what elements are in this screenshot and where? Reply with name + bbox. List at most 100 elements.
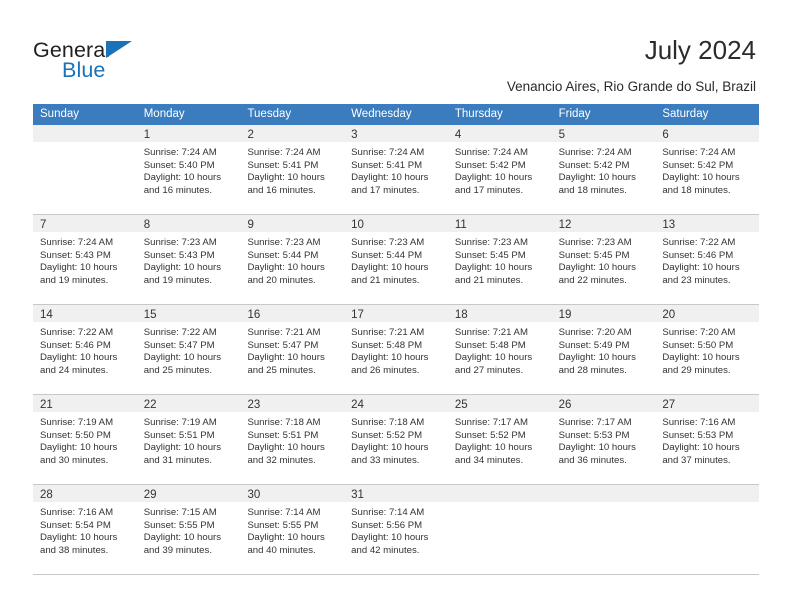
day-number: 25	[454, 399, 468, 411]
calendar-day-cell[interactable]: 28 Sunrise: 7:16 AM Sunset: 5:54 PM Dayligh…	[33, 485, 137, 574]
calendar-day-cell[interactable]: 10 Sunrise: 7:23 AM Sunset: 5:44 PM Dayligh…	[344, 215, 448, 304]
daylight-text-line2: and 36 minutes.	[558, 454, 627, 466]
daylight-text-line1: Daylight: 10 hours	[351, 352, 429, 364]
daylight-text-line2: and 25 minutes.	[143, 364, 212, 376]
calendar-day-cell[interactable]: 3 Sunrise: 7:24 AM Sunset: 5:41 PM Daylight…	[344, 125, 448, 214]
calendar-day-cell[interactable]: 20 Sunrise: 7:20 AM Sunset: 5:50 PM Dayligh…	[655, 305, 760, 394]
sunset-text: Sunset: 5:41 PM	[351, 159, 423, 171]
daylight-text-line2: and 18 minutes.	[558, 184, 627, 196]
weekday-header-sunday: Sunday	[40, 108, 80, 120]
sunset-text: Sunset: 5:54 PM	[40, 519, 111, 531]
sunset-text: Sunset: 5:45 PM	[454, 249, 526, 261]
daylight-text-line2: and 21 minutes.	[454, 274, 524, 286]
sunset-text: Sunset: 5:42 PM	[662, 159, 734, 171]
day-number: 3	[351, 129, 358, 141]
day-number: 22	[143, 399, 157, 411]
day-number-band: 20	[655, 305, 760, 322]
day-number-band	[655, 485, 760, 502]
general-blue-logo[interactable]: General Blue	[33, 38, 163, 84]
daylight-text-line2: and 24 minutes.	[40, 364, 109, 376]
calendar-day-cell[interactable]: 16 Sunrise: 7:21 AM Sunset: 5:47 PM Dayligh…	[240, 305, 345, 394]
day-number: 4	[454, 129, 462, 141]
calendar-day-cell[interactable]: 11 Sunrise: 7:23 AM Sunset: 5:45 PM Dayligh…	[447, 215, 552, 304]
calendar-day-cell[interactable]: 12 Sunrise: 7:23 AM Sunset: 5:45 PM Dayligh…	[551, 215, 656, 304]
sunrise-text: Sunrise: 7:23 AM	[143, 237, 217, 248]
day-number: 10	[351, 219, 364, 231]
day-number: 28	[40, 489, 53, 501]
day-number-band: 14	[33, 305, 137, 322]
daylight-text-line1: Daylight: 10 hours	[662, 442, 740, 454]
day-number: 14	[40, 309, 53, 321]
calendar-day-cell[interactable]: 23 Sunrise: 7:18 AM Sunset: 5:51 PM Dayligh…	[240, 395, 345, 484]
calendar-day-cell[interactable]: 8 Sunrise: 7:23 AM Sunset: 5:43 PM Daylight…	[136, 215, 241, 304]
calendar-body: 1 Sunrise: 7:24 AM Sunset: 5:40 PM Daylight…	[33, 125, 760, 575]
calendar-day-cell[interactable]: 4 Sunrise: 7:24 AM Sunset: 5:42 PM Daylight…	[447, 125, 552, 214]
calendar-day-cell[interactable]: 29 Sunrise: 7:15 AM Sunset: 5:55 PM Dayligh…	[136, 485, 241, 574]
calendar-day-cell[interactable]: 17 Sunrise: 7:21 AM Sunset: 5:48 PM Dayligh…	[344, 305, 448, 394]
sunrise-text: Sunrise: 7:23 AM	[351, 237, 425, 248]
day-number: 15	[143, 309, 157, 321]
day-sun-info: Sunrise: 7:21 AM Sunset: 5:47 PM Daylight:…	[240, 322, 344, 377]
daylight-text-line2: and 30 minutes.	[40, 454, 109, 466]
sunset-text: Sunset: 5:53 PM	[662, 429, 734, 441]
day-number-band: 5	[551, 125, 656, 142]
daylight-text-line2: and 37 minutes.	[662, 454, 731, 466]
day-number: 11	[454, 219, 467, 231]
calendar-day-cell[interactable]: 19 Sunrise: 7:20 AM Sunset: 5:49 PM Dayligh…	[551, 305, 656, 394]
day-number: 2	[247, 129, 254, 141]
day-number-band: 10	[344, 215, 448, 232]
sunrise-text: Sunrise: 7:16 AM	[40, 507, 114, 518]
daylight-text-line2: and 27 minutes.	[454, 364, 524, 376]
day-number-band: 24	[344, 395, 448, 412]
day-number: 20	[662, 309, 676, 321]
sunrise-text: Sunrise: 7:24 AM	[143, 147, 217, 158]
calendar-page: General Blue July 2024 Venancio Aires, R…	[0, 0, 792, 612]
daylight-text-line2: and 16 minutes.	[247, 184, 316, 196]
sunset-text: Sunset: 5:47 PM	[143, 339, 215, 351]
day-sun-info: Sunrise: 7:24 AM Sunset: 5:43 PM Daylight:…	[33, 232, 137, 287]
calendar-day-cell[interactable]: 31 Sunrise: 7:14 AM Sunset: 5:56 PM Dayligh…	[344, 485, 448, 574]
calendar-day-cell[interactable]: 13 Sunrise: 7:22 AM Sunset: 5:46 PM Dayligh…	[655, 215, 760, 304]
calendar-day-cell[interactable]: 2 Sunrise: 7:24 AM Sunset: 5:41 PM Daylight…	[240, 125, 345, 214]
day-number-band	[551, 485, 656, 502]
sunset-text: Sunset: 5:51 PM	[247, 429, 319, 441]
day-sun-info: Sunrise: 7:23 AM Sunset: 5:45 PM Daylight:…	[448, 232, 552, 287]
calendar-day-cell[interactable]: 21 Sunrise: 7:19 AM Sunset: 5:50 PM Dayligh…	[33, 395, 137, 484]
calendar-day-cell[interactable]: 14 Sunrise: 7:22 AM Sunset: 5:46 PM Dayligh…	[33, 305, 137, 394]
day-number: 5	[558, 129, 565, 141]
calendar-day-cell[interactable]: 22 Sunrise: 7:19 AM Sunset: 5:51 PM Dayligh…	[136, 395, 241, 484]
day-number: 12	[558, 219, 572, 231]
calendar-day-cell[interactable]: 1 Sunrise: 7:24 AM Sunset: 5:40 PM Daylight…	[136, 125, 241, 214]
calendar-day-cell[interactable]: 9 Sunrise: 7:23 AM Sunset: 5:44 PM Daylight…	[240, 215, 345, 304]
day-sun-info: Sunrise: 7:22 AM Sunset: 5:46 PM Daylight:…	[33, 322, 137, 377]
calendar-day-cell[interactable]: 26 Sunrise: 7:17 AM Sunset: 5:53 PM Dayligh…	[551, 395, 656, 484]
calendar-day-cell[interactable]: 18 Sunrise: 7:21 AM Sunset: 5:48 PM Dayligh…	[447, 305, 552, 394]
sunrise-text: Sunrise: 7:24 AM	[40, 237, 114, 248]
sunrise-text: Sunrise: 7:24 AM	[351, 147, 425, 158]
day-sun-info: Sunrise: 7:19 AM Sunset: 5:51 PM Daylight:…	[137, 412, 241, 467]
day-number-band: 18	[447, 305, 552, 322]
daylight-text-line2: and 39 minutes.	[143, 544, 212, 556]
daylight-text-line1: Daylight: 10 hours	[143, 352, 222, 364]
sunset-text: Sunset: 5:43 PM	[40, 249, 111, 261]
calendar-day-cell[interactable]: 30 Sunrise: 7:14 AM Sunset: 5:55 PM Dayligh…	[240, 485, 345, 574]
calendar-week-row: 1 Sunrise: 7:24 AM Sunset: 5:40 PM Daylight…	[33, 125, 760, 215]
daylight-text-line1: Daylight: 10 hours	[247, 442, 325, 454]
calendar-day-cell[interactable]: 7 Sunrise: 7:24 AM Sunset: 5:43 PM Daylight…	[33, 215, 137, 304]
day-number-band	[33, 125, 137, 142]
calendar-day-cell[interactable]: 15 Sunrise: 7:22 AM Sunset: 5:47 PM Dayligh…	[136, 305, 241, 394]
daylight-text-line1: Daylight: 10 hours	[247, 532, 325, 544]
calendar-day-cell[interactable]: 5 Sunrise: 7:24 AM Sunset: 5:42 PM Daylight…	[551, 125, 656, 214]
day-sun-info: Sunrise: 7:24 AM Sunset: 5:42 PM Daylight:…	[655, 142, 759, 197]
sunset-text: Sunset: 5:50 PM	[40, 429, 111, 441]
day-sun-info: Sunrise: 7:23 AM Sunset: 5:45 PM Daylight:…	[552, 232, 656, 287]
day-number-band	[447, 485, 552, 502]
calendar-day-cell[interactable]: 27 Sunrise: 7:16 AM Sunset: 5:53 PM Dayligh…	[655, 395, 760, 484]
day-sun-info: Sunrise: 7:22 AM Sunset: 5:47 PM Daylight:…	[137, 322, 241, 377]
day-number: 16	[247, 309, 261, 321]
daylight-text-line1: Daylight: 10 hours	[351, 442, 429, 454]
calendar-day-cell[interactable]: 6 Sunrise: 7:24 AM Sunset: 5:42 PM Daylight…	[655, 125, 760, 214]
calendar-day-cell[interactable]: 25 Sunrise: 7:17 AM Sunset: 5:52 PM Dayligh…	[447, 395, 552, 484]
calendar-day-cell[interactable]: 24 Sunrise: 7:18 AM Sunset: 5:52 PM Dayligh…	[344, 395, 448, 484]
page-subtitle: Venancio Aires, Rio Grande do Sul, Brazi…	[506, 79, 756, 94]
